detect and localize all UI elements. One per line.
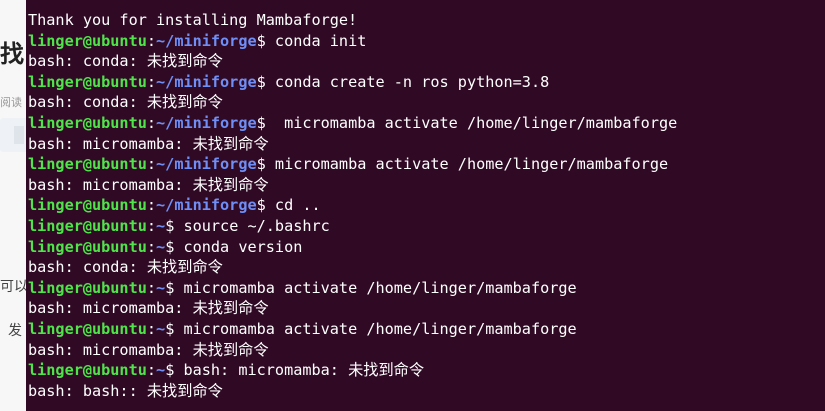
terminal-prompt-line: linger@ubuntu:~/miniforge$ conda create … — [28, 72, 825, 93]
prompt-separator: : — [146, 196, 157, 215]
prompt-path: ~ — [156, 237, 166, 256]
prompt-user: linger@ubuntu — [28, 361, 147, 380]
terminal-output-line: bash: micromamba: 未找到命令 — [28, 175, 825, 196]
output-text: bash: micromamba: 未找到命令 — [28, 299, 269, 318]
output-text: bash: micromamba: 未找到命令 — [28, 134, 269, 153]
prompt-separator: : — [146, 216, 157, 235]
prompt-separator: : — [146, 278, 157, 297]
output-text: bash: conda: 未找到命令 — [28, 52, 223, 71]
prompt-symbol: $ — [165, 278, 175, 297]
prompt-user: linger@ubuntu — [28, 216, 147, 235]
prompt-command: micromamba activate /home/linger/mambafo… — [174, 278, 577, 297]
prompt-path: ~/miniforge — [156, 31, 257, 50]
terminal-output-line: bash: micromamba: 未找到命令 — [28, 340, 825, 361]
terminal-prompt-line: linger@ubuntu:~$ micromamba activate /ho… — [28, 278, 825, 299]
output-text: Thank you for installing Mambaforge! — [28, 11, 358, 29]
background-read-count-fragment: 阅读 — [0, 96, 22, 109]
prompt-command: micromamba activate /home/linger/mambafo… — [174, 319, 577, 338]
prompt-symbol: $ — [256, 31, 266, 50]
terminal-prompt-line: linger@ubuntu:~$ micromamba activate /ho… — [28, 319, 825, 340]
prompt-user: linger@ubuntu — [28, 31, 147, 50]
prompt-symbol: $ — [256, 72, 266, 91]
prompt-command: conda init — [265, 31, 367, 50]
prompt-path: ~ — [156, 361, 166, 380]
prompt-path: ~/miniforge — [156, 113, 257, 132]
prompt-separator: : — [146, 113, 157, 132]
terminal-output-line: bash: conda: 未找到命令 — [28, 51, 825, 72]
prompt-command: micromamba activate /home/linger/mambafo… — [265, 113, 678, 132]
prompt-separator: : — [146, 155, 157, 174]
prompt-user: linger@ubuntu — [28, 196, 147, 215]
prompt-separator: : — [146, 361, 157, 380]
prompt-user: linger@ubuntu — [28, 278, 147, 297]
prompt-user: linger@ubuntu — [28, 155, 147, 174]
output-text: bash: micromamba: 未找到命令 — [28, 340, 269, 359]
terminal-output[interactable]: Thank you for installing Mambaforge! ling… — [26, 0, 825, 411]
prompt-path: ~/miniforge — [156, 155, 257, 174]
prompt-symbol: $ — [165, 237, 175, 256]
prompt-user: linger@ubuntu — [28, 237, 147, 256]
terminal-prompt-line: linger@ubuntu:~/miniforge$ conda init — [28, 31, 825, 52]
terminal-prompt-line: linger@ubuntu:~/miniforge$ micromamba ac… — [28, 154, 825, 175]
output-text: bash: conda: 未找到命令 — [28, 93, 223, 112]
prompt-command: cd .. — [265, 196, 321, 215]
prompt-symbol: $ — [165, 361, 175, 380]
prompt-command: source ~/.bashrc — [174, 216, 330, 235]
prompt-symbol: $ — [256, 155, 266, 174]
prompt-command: conda version — [174, 237, 303, 256]
background-page-title-fragment: 找 — [0, 40, 24, 68]
terminal-output-line: bash: conda: 未找到命令 — [28, 92, 825, 113]
prompt-separator: : — [146, 31, 157, 50]
prompt-command: conda create -n ros python=3.8 — [265, 72, 550, 91]
output-text: bash: bash:: 未找到命令 — [28, 381, 223, 400]
prompt-path: ~ — [156, 319, 166, 338]
prompt-command: micromamba activate /home/linger/mambafo… — [265, 155, 669, 174]
prompt-separator: : — [146, 319, 157, 338]
terminal-prompt-line: linger@ubuntu:~$ source ~/.bashrc — [28, 216, 825, 237]
terminal-prompt-line: linger@ubuntu:~/miniforge$ cd .. — [28, 195, 825, 216]
prompt-symbol: $ — [256, 113, 266, 132]
prompt-command: bash: micromamba: 未找到命令 — [174, 361, 425, 380]
prompt-path: ~ — [156, 216, 166, 235]
terminal-prompt-line: linger@ubuntu:~$ bash: micromamba: 未找到命令 — [28, 360, 825, 381]
output-text: bash: conda: 未找到命令 — [28, 258, 223, 277]
terminal-output-line: bash: micromamba: 未找到命令 — [28, 134, 825, 155]
prompt-symbol: $ — [165, 319, 175, 338]
prompt-symbol: $ — [256, 196, 266, 215]
background-text-fragment-2: 发 — [8, 323, 22, 339]
terminal-prompt-line: linger@ubuntu:~$ conda version — [28, 237, 825, 258]
output-text: bash: micromamba: 未找到命令 — [28, 175, 269, 194]
terminal-output-line: bash: bash:: 未找到命令 — [28, 381, 825, 402]
terminal-output-line: bash: conda: 未找到命令 — [28, 257, 825, 278]
background-text-fragment: 可以 — [0, 279, 28, 295]
prompt-symbol: $ — [165, 216, 175, 235]
prompt-separator: : — [146, 72, 157, 91]
prompt-path: ~/miniforge — [156, 196, 257, 215]
terminal-prompt-line: linger@ubuntu:~/miniforge$ micromamba ac… — [28, 113, 825, 134]
prompt-user: linger@ubuntu — [28, 113, 147, 132]
prompt-user: linger@ubuntu — [28, 72, 147, 91]
prompt-path: ~ — [156, 278, 166, 297]
prompt-separator: : — [146, 237, 157, 256]
terminal-output-line: Thank you for installing Mambaforge! — [28, 10, 825, 31]
terminal-output-line: bash: micromamba: 未找到命令 — [28, 298, 825, 319]
prompt-path: ~/miniforge — [156, 72, 257, 91]
prompt-user: linger@ubuntu — [28, 319, 147, 338]
